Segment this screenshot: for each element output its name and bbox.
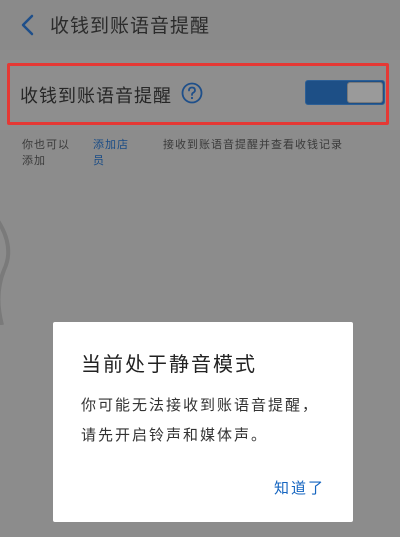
got-it-button[interactable]: 知道了: [274, 477, 325, 498]
chevron-left-icon[interactable]: [18, 14, 38, 36]
dialog-title: 当前处于静音模式: [81, 352, 257, 376]
setting-label: 收钱到账语音提醒: [20, 86, 172, 107]
silent-mode-dialog: 当前处于静音模式 你可能无法接收到账语音提醒，请先开启铃声和媒体声。 知道了: [53, 322, 353, 522]
page-title: 收钱到账语音提醒: [50, 15, 211, 37]
edge-decoration: [0, 220, 11, 325]
hint-text-left: 你也可以添加: [22, 138, 70, 167]
dialog-message: 你可能无法接收到账语音提醒，请先开启铃声和媒体声。: [81, 396, 320, 444]
top-bar: 收钱到账语音提醒: [0, 0, 400, 50]
hint-text-right: 接收到账语音提醒并查看收钱记录: [163, 138, 343, 151]
toggle-knob: [347, 82, 383, 103]
question-circle-icon[interactable]: [181, 82, 203, 104]
add-clerk-link[interactable]: 添加店员: [93, 137, 133, 169]
voice-reminder-toggle[interactable]: [305, 80, 385, 105]
